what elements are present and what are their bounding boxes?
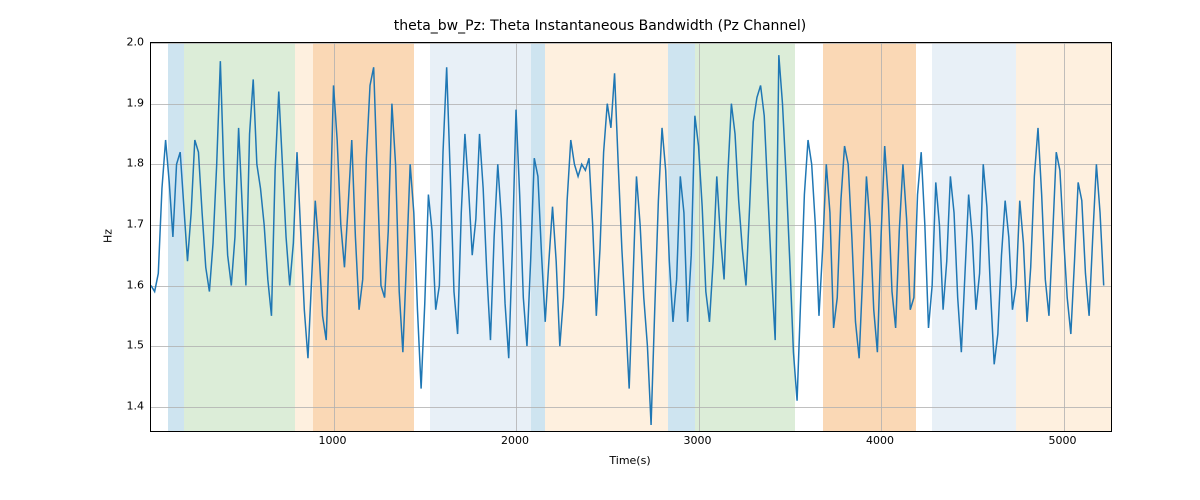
x-axis-label: Time(s)	[609, 454, 650, 467]
x-tick-label: 2000	[501, 434, 529, 447]
y-tick-label: 1.7	[127, 217, 145, 230]
x-tick-label: 4000	[866, 434, 894, 447]
series-theta-bw-pz	[151, 55, 1104, 425]
y-tick-label: 1.5	[127, 339, 145, 352]
y-axis-label: Hz	[102, 229, 115, 243]
y-tick-label: 1.6	[127, 278, 145, 291]
y-tick-label: 1.4	[127, 399, 145, 412]
x-tick-label: 1000	[319, 434, 347, 447]
y-tick-label: 1.9	[127, 96, 145, 109]
chart-title: theta_bw_Pz: Theta Instantaneous Bandwid…	[0, 18, 1200, 34]
line-series-layer	[151, 43, 1111, 431]
axes-area	[150, 42, 1112, 432]
y-tick-label: 2.0	[127, 36, 145, 49]
x-tick-label: 3000	[684, 434, 712, 447]
x-tick-label: 5000	[1049, 434, 1077, 447]
y-tick-label: 1.8	[127, 157, 145, 170]
figure: theta_bw_Pz: Theta Instantaneous Bandwid…	[0, 0, 1200, 500]
